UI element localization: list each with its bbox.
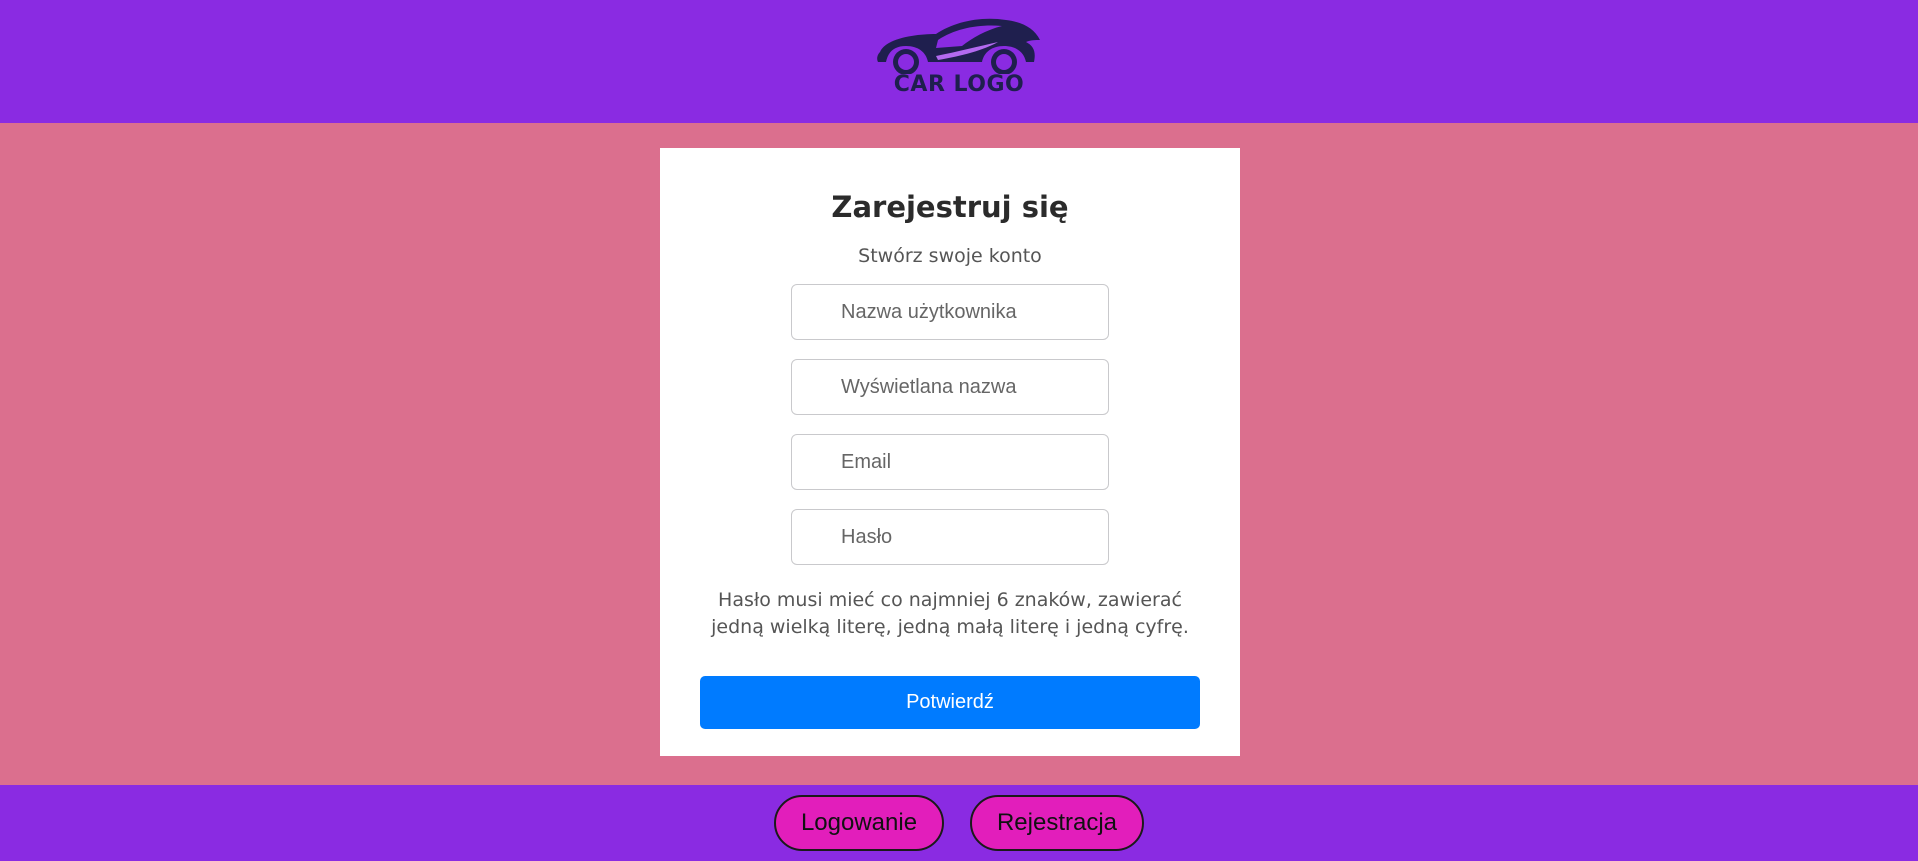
header: CAR LOGO [0,0,1918,123]
page-subtitle: Stwórz swoje konto [858,245,1042,267]
login-nav-button[interactable]: Logowanie [774,795,944,851]
password-input[interactable] [791,509,1109,565]
page-title: Zarejestruj się [831,190,1069,224]
logo-text: CAR LOGO [893,72,1025,97]
email-input[interactable] [791,434,1109,490]
car-icon [877,18,1040,74]
password-hint: Hasło musi mieć co najmniej 6 znaków, za… [711,589,1189,638]
car-logo: CAR LOGO [874,12,1044,122]
display-name-input[interactable] [791,359,1109,415]
register-card: Zarejestruj się Stwórz swoje konto Hasło… [660,148,1240,756]
register-nav-button[interactable]: Rejestracja [970,795,1144,851]
submit-button[interactable]: Potwierdź [700,676,1200,729]
page: CAR LOGO Zarejestruj się Stwórz swoje ko… [0,0,1918,861]
footer-nav: Logowanie Rejestracja [0,785,1918,861]
username-input[interactable] [791,284,1109,340]
